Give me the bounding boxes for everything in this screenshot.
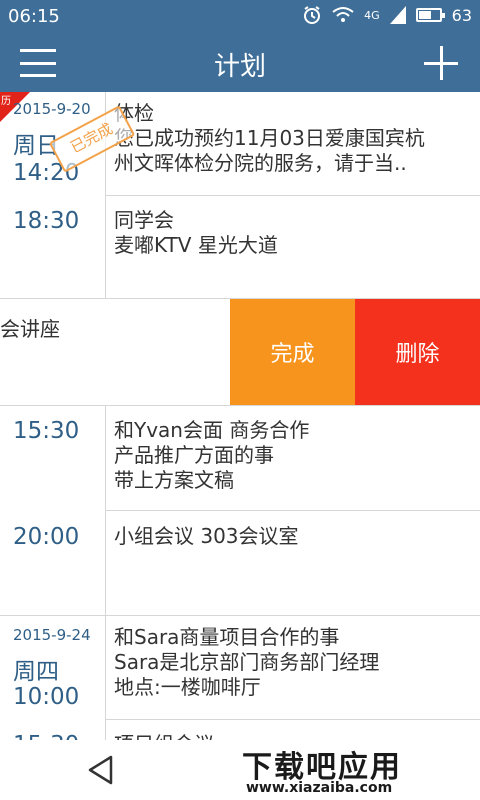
alarm-icon bbox=[304, 6, 321, 24]
item-time: 18:30 bbox=[13, 208, 80, 234]
wifi-icon bbox=[332, 7, 354, 22]
status-icons: 4G 63 bbox=[302, 5, 472, 25]
battery-percent: 63 bbox=[451, 5, 472, 25]
item-title: 同学会 bbox=[114, 208, 174, 232]
list-item[interactable]: 10:00 和Sara商量项目合作的事 Sara是北京部门商务部门经理 地点:一… bbox=[0, 616, 480, 720]
item-line: 带上方案文稿 bbox=[114, 468, 234, 492]
delete-button[interactable]: 删除 bbox=[355, 299, 480, 405]
item-title: 和Sara商量项目合作的事 bbox=[114, 625, 340, 649]
item-time: 15:30 bbox=[13, 418, 80, 444]
network-label: 4G bbox=[364, 8, 380, 22]
list-item[interactable]: 18:30 同学会 麦嘟KTV 星光大道 bbox=[0, 196, 480, 299]
item-time: 15:30 bbox=[13, 732, 79, 740]
item-title: 小组会议 303会议室 bbox=[114, 524, 299, 548]
list-item[interactable]: 15:30 和Yvan会面 商务合作 产品推广方面的事 带上方案文稿 bbox=[0, 406, 480, 511]
item-line: 产品推广方面的事 bbox=[114, 443, 274, 467]
complete-button[interactable]: 完成 bbox=[230, 299, 355, 405]
item-time: 10:00 bbox=[13, 684, 80, 710]
battery-icon bbox=[415, 8, 445, 22]
back-icon[interactable] bbox=[86, 754, 116, 786]
item-line: 州文晖体检分院的服务，请于当.. bbox=[114, 151, 407, 175]
status-time: 06:15 bbox=[8, 6, 60, 27]
date-group: 2015-9-24 周四 10:00 和Sara商量项目合作的事 Sara是北京… bbox=[0, 616, 480, 740]
item-line: 地点:一楼咖啡厅 bbox=[114, 675, 261, 699]
watermark-url: www.xiazaiba.com bbox=[246, 780, 393, 796]
item-title: 项目组会议 bbox=[114, 732, 472, 740]
add-icon[interactable] bbox=[424, 46, 458, 80]
item-line: 麦嘟KTV 星光大道 bbox=[114, 233, 278, 257]
swiped-list-item[interactable]: 会讲座 完成 删除 bbox=[0, 299, 480, 406]
item-title: 会讲座 bbox=[0, 317, 60, 341]
item-title: 和Yvan会面 商务合作 bbox=[114, 418, 310, 442]
date-group: 15:30 和Yvan会面 商务合作 产品推广方面的事 带上方案文稿 20:00… bbox=[0, 406, 480, 616]
title-bar: 计划 bbox=[0, 34, 480, 92]
item-line: 您已成功预约11月03日爱康国宾杭 bbox=[114, 126, 425, 150]
status-bar: 06:15 4G 63 bbox=[0, 0, 480, 34]
page-title: 计划 bbox=[213, 52, 266, 82]
plan-list[interactable]: 历 2015-9-20 周日 14:20 体检 您已成功预约11月03日爱康国宾… bbox=[0, 92, 480, 740]
watermark-logo: 下载吧应用 www.xiazaiba.com bbox=[236, 742, 472, 798]
item-line: Sara是北京部门商务部门经理 bbox=[114, 650, 380, 674]
signal-icon bbox=[389, 6, 406, 24]
navigation-bar: 下载吧应用 www.xiazaiba.com bbox=[0, 740, 480, 800]
item-time: 20:00 bbox=[13, 524, 80, 550]
list-item[interactable]: 15:30 项目组会议 bbox=[0, 720, 480, 740]
date-group: 历 2015-9-20 周日 14:20 体检 您已成功预约11月03日爱康国宾… bbox=[0, 92, 480, 299]
list-item[interactable]: 20:00 小组会议 303会议室 bbox=[0, 511, 480, 616]
item-title: 体检 bbox=[114, 101, 154, 125]
